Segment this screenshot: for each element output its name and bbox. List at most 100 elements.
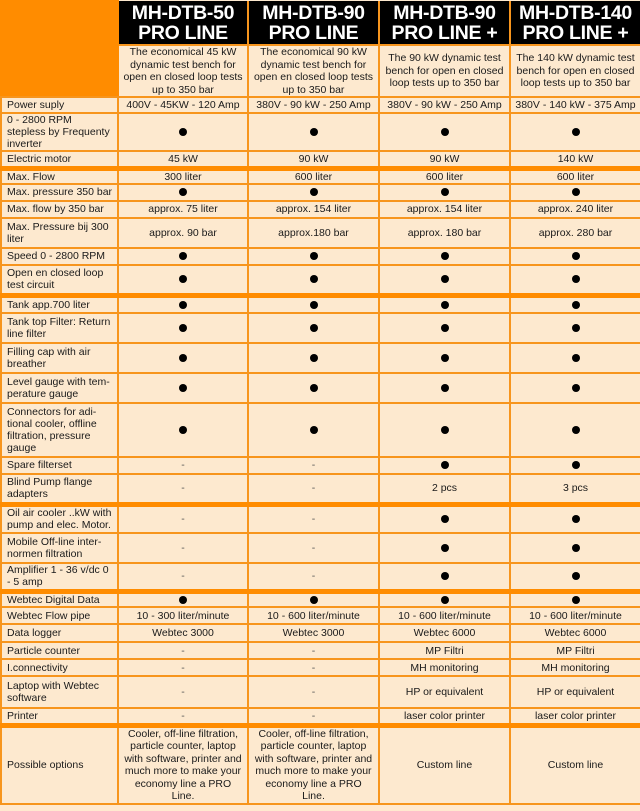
row-label: Tank app.700 liter xyxy=(0,293,119,314)
included-dot-icon xyxy=(440,188,449,197)
not-included-cell: - xyxy=(247,531,380,564)
value-cell: 2 pcs xyxy=(378,472,511,506)
included-dot-icon xyxy=(179,353,187,362)
included-dot-icon xyxy=(309,383,318,392)
included-cell xyxy=(117,263,249,297)
included-dot-icon xyxy=(440,383,449,392)
row-label: Max. Pressure bij 300 liter xyxy=(0,216,119,249)
row-label: Spare filterset xyxy=(0,455,119,475)
included-cell xyxy=(378,455,511,475)
included-dot-icon xyxy=(179,596,187,605)
row-label: Laptop with Webtec software xyxy=(0,675,119,709)
table-row: Max. pressure 350 bar xyxy=(0,182,640,202)
included-dot-icon xyxy=(571,188,580,197)
included-cell xyxy=(117,246,249,266)
included-cell xyxy=(378,263,511,297)
value-cell: HP or equivalent xyxy=(509,675,640,709)
included-cell xyxy=(378,589,511,608)
included-dot-icon xyxy=(179,383,187,392)
table-row: Data logger Webtec 3000 Webtec 3000 Webtec … xyxy=(0,623,640,643)
not-included-dash: - xyxy=(181,459,185,471)
not-included-cell: - xyxy=(117,675,249,709)
row-label: Level gauge with tem-perature gauge xyxy=(0,371,119,404)
model-description: The economical 90 kW dynamic test bench … xyxy=(247,44,380,98)
row-label: Mobile Off-line inter-normen filtration xyxy=(0,531,119,564)
spec-rows: Power suply 400V - 45KW - 120 Amp 380V - 9… xyxy=(0,96,640,805)
included-dot-icon xyxy=(179,275,187,284)
not-included-dash: - xyxy=(311,513,316,526)
included-dot-icon xyxy=(309,425,318,434)
not-included-cell: - xyxy=(247,561,380,593)
included-dot-icon xyxy=(571,461,580,470)
model-title: MH-DTB-140 PRO LINE + xyxy=(509,1,640,46)
included-dot-icon xyxy=(440,323,449,332)
included-dot-icon xyxy=(309,353,318,362)
model-description: The economical 45 kW dynamic test bench … xyxy=(117,44,249,98)
not-included-dash: - xyxy=(181,644,185,657)
model-title: MH-DTB-90 PRO LINE xyxy=(247,1,380,46)
value-cell: approx. 90 bar xyxy=(117,216,249,249)
table-row: Max. Pressure bij 300 liter approx. 90 ba… xyxy=(0,216,640,249)
not-included-dash: - xyxy=(311,644,316,657)
not-included-dash: - xyxy=(181,661,185,674)
included-cell xyxy=(378,561,511,593)
not-included-cell: - xyxy=(247,707,380,726)
included-dot-icon xyxy=(440,275,449,284)
value-cell: Webtec 6000 xyxy=(509,623,640,643)
value-cell: 380V - 90 kW - 250 Amp xyxy=(247,96,380,114)
included-cell xyxy=(509,531,640,564)
included-cell xyxy=(247,341,380,374)
included-cell xyxy=(509,401,640,458)
included-dot-icon xyxy=(440,353,449,362)
included-cell xyxy=(378,246,511,266)
value-cell: HP or equivalent xyxy=(378,675,511,709)
value-cell: approx. 154 liter xyxy=(247,199,380,219)
row-label: Filling cap with air breather xyxy=(0,341,119,374)
included-dot-icon xyxy=(440,425,449,434)
included-dot-icon xyxy=(571,425,580,434)
included-cell xyxy=(117,589,249,608)
included-dot-icon xyxy=(571,252,580,261)
table-row: Blind Pump flange adapters - - 2 pcs 3 pcs xyxy=(0,472,640,506)
table-row: Printer - - laser color printer laser color … xyxy=(0,707,640,726)
included-dot-icon xyxy=(309,188,318,197)
value-cell: 140 kW xyxy=(509,150,640,169)
table-row: Particle counter - - MP Filtri MP Filtri xyxy=(0,641,640,660)
included-cell xyxy=(378,112,511,152)
value-cell: Webtec 3000 xyxy=(247,623,380,643)
table-row: Possible options Cooler, off-line filtrat… xyxy=(0,722,640,805)
included-cell xyxy=(247,371,380,404)
included-dot-icon xyxy=(571,128,580,137)
table-row: 0 - 2800 RPM stepless by Frequenty inver… xyxy=(0,112,640,152)
included-cell xyxy=(509,293,640,314)
row-label: Possible options xyxy=(0,722,119,805)
included-cell xyxy=(378,182,511,202)
not-included-dash: - xyxy=(311,541,316,554)
included-dot-icon xyxy=(571,353,580,362)
included-cell xyxy=(378,401,511,458)
table-row: Level gauge with tem-perature gauge xyxy=(0,371,640,404)
value-cell: 600 liter xyxy=(247,165,380,185)
included-dot-icon xyxy=(440,572,449,581)
value-cell: Custom line xyxy=(509,722,640,805)
included-dot-icon xyxy=(571,275,580,284)
included-cell xyxy=(509,561,640,593)
table-row: Max. Flow 300 liter 600 liter 600 liter 600 … xyxy=(0,165,640,185)
value-cell: 10 - 600 liter/minute xyxy=(378,606,511,625)
included-cell xyxy=(247,293,380,314)
value-cell: laser color printer xyxy=(378,707,511,726)
included-cell xyxy=(509,182,640,202)
included-cell xyxy=(509,502,640,534)
included-cell xyxy=(117,311,249,344)
table-row: Mobile Off-line inter-normen filtration -… xyxy=(0,531,640,564)
included-dot-icon xyxy=(571,323,580,332)
model-header-row: MH-DTB-50 PRO LINE MH-DTB-90 PRO LINE MH-D… xyxy=(0,0,640,98)
row-label: Particle counter xyxy=(0,641,119,660)
included-cell xyxy=(117,371,249,404)
included-dot-icon xyxy=(440,128,449,137)
not-included-dash: - xyxy=(181,513,185,526)
included-dot-icon xyxy=(571,383,580,392)
table-row: Max. flow by 350 bar approx. 75 liter appr… xyxy=(0,199,640,219)
row-label: I.connectivity xyxy=(0,658,119,677)
not-included-cell: - xyxy=(247,472,380,506)
